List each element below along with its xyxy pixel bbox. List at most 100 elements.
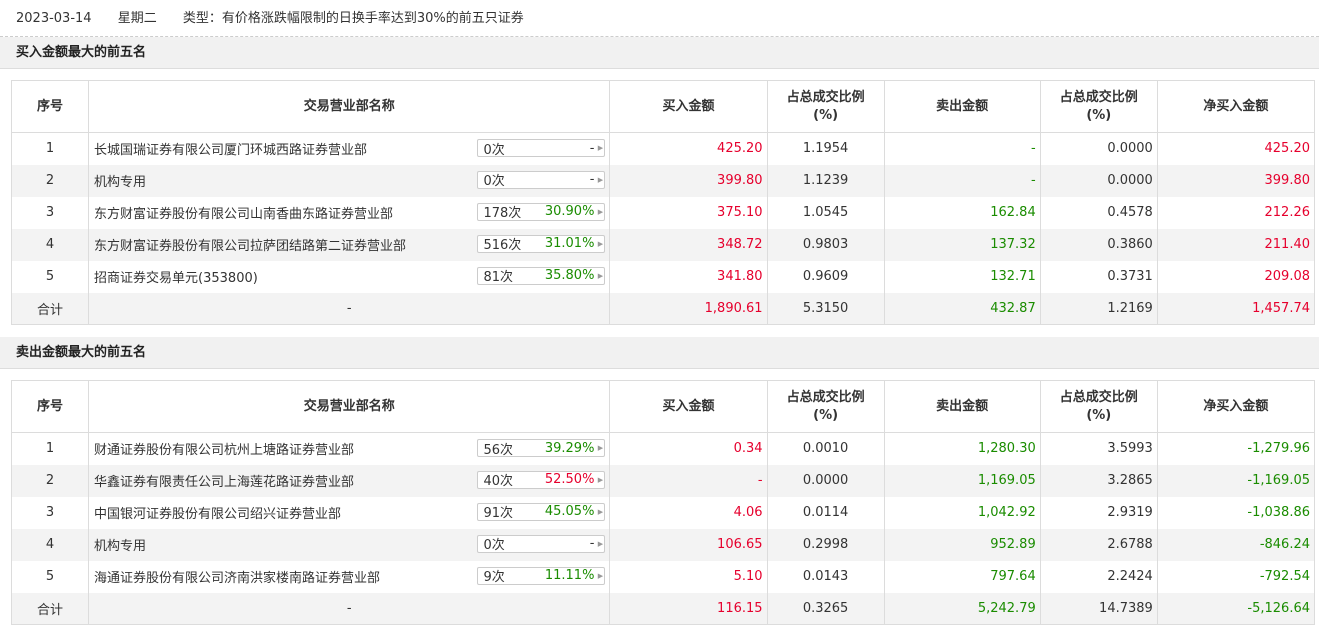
sell-ratio-cell: 0.4578 xyxy=(1039,196,1158,229)
total-buy-amount: 116.15 xyxy=(609,592,768,625)
times-dropdown[interactable]: 516次 31.01% ▶ xyxy=(477,234,606,253)
net-buy-cell: 212.26 xyxy=(1156,196,1316,229)
times-dropdown[interactable]: 0次 - ▶ xyxy=(477,170,606,189)
branch-name-link[interactable]: 机构专用 xyxy=(94,175,146,190)
table-row: 2 机构专用 0次 - ▶ 399.80 1.1239-0.0000 399.80 xyxy=(10,164,1316,197)
th-net-buy: 净买入金额 xyxy=(1156,80,1316,133)
sell-ratio-cell: 3.5993 xyxy=(1039,432,1158,465)
th-sell-amount: 卖出金额 xyxy=(883,80,1041,133)
branch-name-cell: 东方财富证券股份有限公司山南香曲东路证券营业部 178次 30.90% ▶ xyxy=(88,196,611,229)
table-row: 2 华鑫证券有限责任公司上海莲花路证券营业部 40次 52.50% ▶ -0.0000 1,… xyxy=(10,464,1316,497)
buy-amount-cell: 341.80 xyxy=(609,260,768,293)
branch-name-link[interactable]: 机构专用 xyxy=(94,539,146,554)
times-count: 0次 xyxy=(483,174,505,189)
times-dropdown[interactable]: 56次 39.29% ▶ xyxy=(477,439,606,458)
total-row: 合计 -1,890.61 5.3150 432.87 1.2169 1,457.74 xyxy=(10,292,1316,325)
weekday: 星期二 xyxy=(117,11,157,26)
times-win-rate: 11.11% xyxy=(544,568,595,583)
times-dropdown[interactable]: 0次 - ▶ xyxy=(477,534,606,553)
buy-amount-cell: 0.34 xyxy=(609,432,768,465)
sell-amount-cell: - xyxy=(883,164,1041,197)
branch-name-link[interactable]: 海通证券股份有限公司济南洪家楼南路证券营业部 xyxy=(94,571,380,586)
section-title: 买入金额最大的前五名 xyxy=(0,37,1319,69)
header-row: 序号 交易营业部名称 买入金额 占总成交比例 (%) 卖出金额 占总成交比例 (%) 净买入金额 xyxy=(10,380,1316,433)
sell-ratio-cell: 2.9319 xyxy=(1039,496,1158,529)
buy-ratio-cell: 0.0000 xyxy=(766,464,885,497)
branch-name-link[interactable]: 东方财富证券股份有限公司山南香曲东路证券营业部 xyxy=(94,207,393,222)
branch-name-link[interactable]: 长城国瑞证券有限公司厦门环城西路证券营业部 xyxy=(94,143,367,158)
sell-ratio-cell: 0.0000 xyxy=(1039,164,1158,197)
sell-amount-cell: 1,169.05 xyxy=(883,464,1041,497)
trade-date: 2023-03-14 xyxy=(16,11,92,26)
sell-ratio-cell: 2.2424 xyxy=(1039,560,1158,593)
table-row: 5 招商证券交易单元(353800) 81次 35.80% ▶ 341.80 0.9609 1… xyxy=(10,260,1316,293)
net-buy-cell: -1,169.05 xyxy=(1156,464,1316,497)
branch-name-cell: 华鑫证券有限责任公司上海莲花路证券营业部 40次 52.50% ▶ xyxy=(88,464,611,497)
th-branch-name: 交易营业部名称 xyxy=(88,80,611,133)
times-count: 9次 xyxy=(483,570,505,585)
times-win-rate: - xyxy=(589,140,595,156)
total-buy-ratio: 5.3150 xyxy=(766,292,885,325)
branch-name-link[interactable]: 中国银河证券股份有限公司绍兴证券营业部 xyxy=(94,507,341,522)
chevron-right-icon: ▶ xyxy=(597,539,604,548)
times-count: 0次 xyxy=(483,142,505,158)
table-row: 4 东方财富证券股份有限公司拉萨团结路第二证券营业部 516次 31.01% ▶ 348.… xyxy=(10,228,1316,261)
section-title: 卖出金额最大的前五名 xyxy=(0,337,1319,369)
seq-cell: 2 xyxy=(10,164,90,197)
th-buy-amount: 买入金额 xyxy=(609,80,768,133)
times-dropdown[interactable]: 81次 35.80% ▶ xyxy=(477,266,606,285)
buy-ratio-cell: 0.9609 xyxy=(766,260,885,293)
buy-amount-cell: 425.20 xyxy=(609,132,768,165)
table-row: 4 机构专用 0次 - ▶ 106.65 0.2998 952.89 2.6788 -846.24 xyxy=(10,528,1316,561)
total-net-buy: 1,457.74 xyxy=(1156,292,1316,325)
buy-ratio-cell: 1.1239 xyxy=(766,164,885,197)
seq-cell: 4 xyxy=(10,228,90,261)
seq-cell: 4 xyxy=(10,528,90,561)
buy-ratio-cell: 0.9803 xyxy=(766,228,885,261)
sell-ratio-cell: 3.2865 xyxy=(1039,464,1158,497)
branch-name-link[interactable]: 华鑫证券有限责任公司上海莲花路证券营业部 xyxy=(94,475,354,490)
buy-ratio-cell: 1.0545 xyxy=(766,196,885,229)
chevron-right-icon: ▶ xyxy=(597,475,604,484)
times-dropdown[interactable]: 40次 52.50% ▶ xyxy=(477,470,606,489)
seq-cell: 5 xyxy=(10,560,90,593)
chevron-right-icon: ▶ xyxy=(597,144,604,152)
header-row: 序号 交易营业部名称 买入金额 占总成交比例 (%) 卖出金额 占总成交比例 (%) 净买入金额 xyxy=(10,80,1316,133)
net-buy-cell: 211.40 xyxy=(1156,228,1316,261)
branch-name-cell: 长城国瑞证券有限公司厦门环城西路证券营业部 0次 - ▶ xyxy=(88,132,611,165)
seq-cell: 3 xyxy=(10,496,90,529)
th-buy-ratio: 占总成交比例 (%) xyxy=(766,80,885,133)
chevron-right-icon: ▶ xyxy=(597,271,604,280)
sell-amount-cell: 797.64 xyxy=(883,560,1041,593)
seq-cell: 3 xyxy=(10,196,90,229)
branch-name-cell: 机构专用 0次 - ▶ xyxy=(88,528,611,561)
branch-name-link[interactable]: 财通证券股份有限公司杭州上塘路证券营业部 xyxy=(94,443,354,458)
th-branch-name: 交易营业部名称 xyxy=(88,380,611,433)
sell-amount-cell: 952.89 xyxy=(883,528,1041,561)
buy-amount-cell: 375.10 xyxy=(609,196,768,229)
top-info-bar: 2023-03-14 星期二 类型：有价格涨跌幅限制的日换手率达到30%的前五只… xyxy=(0,0,1319,37)
branch-name-cell: 机构专用 0次 - ▶ xyxy=(88,164,611,197)
times-dropdown[interactable]: 91次 45.05% ▶ xyxy=(477,502,606,521)
total-buy-ratio: 0.3265 xyxy=(766,592,885,625)
times-win-rate: - xyxy=(589,536,595,551)
times-dropdown[interactable]: 9次 11.11% ▶ xyxy=(477,566,606,585)
list-type: 类型：有价格涨跌幅限制的日换手率达到30%的前五只证券 xyxy=(182,11,524,26)
branch-name-link[interactable]: 东方财富证券股份有限公司拉萨团结路第二证券营业部 xyxy=(94,239,406,254)
net-buy-cell: -1,279.96 xyxy=(1156,432,1316,465)
net-buy-cell: 399.80 xyxy=(1156,164,1316,197)
times-win-rate: 52.50% xyxy=(544,472,595,487)
times-win-rate: 45.05% xyxy=(544,504,595,519)
sell-ratio-cell: 0.3860 xyxy=(1039,228,1158,261)
buy-amount-cell: 106.65 xyxy=(609,528,768,561)
times-dropdown[interactable]: 0次 - ▶ xyxy=(477,139,606,158)
times-dropdown[interactable]: 178次 30.90% ▶ xyxy=(477,202,606,221)
branch-name-link[interactable]: 招商证券交易单元(353800) xyxy=(94,271,258,286)
sell-amount-cell: 1,280.30 xyxy=(883,432,1041,465)
net-buy-cell: -792.54 xyxy=(1156,560,1316,593)
seq-cell: 1 xyxy=(10,132,90,165)
branch-name-cell: 财通证券股份有限公司杭州上塘路证券营业部 56次 39.29% ▶ xyxy=(88,432,611,465)
times-count: 91次 xyxy=(483,506,513,521)
times-count: 56次 xyxy=(483,442,513,458)
chevron-right-icon: ▶ xyxy=(597,207,604,216)
